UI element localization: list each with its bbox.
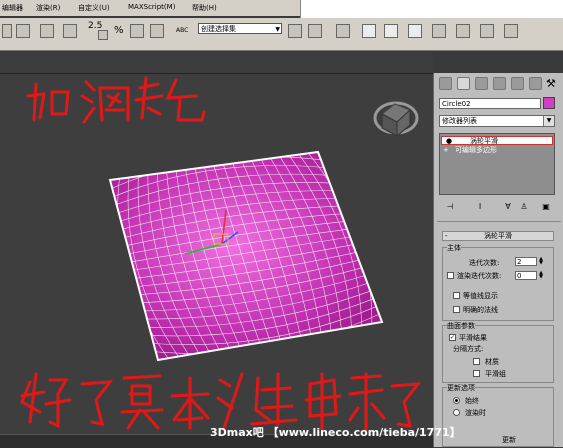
make-unique-icon[interactable]: ∀ [502,201,514,213]
isoline-checkbox[interactable] [453,292,460,299]
configure-sets-icon[interactable]: ▣ [540,201,552,213]
edit-named-sel-icon[interactable] [150,24,164,38]
stack-item-label: 涡轮平滑 [470,137,498,145]
smoothing-groups-checkbox[interactable] [473,370,480,377]
stack-item-editable-poly[interactable]: + 可编辑多边形 [441,146,553,155]
rollout-title-label: 涡轮平滑 [484,232,512,240]
isoline-label: 等值线显示 [463,292,498,300]
group-main: 主体 迭代次数: 2 ▲ ▼ 渲染迭代次数: 0 ▲ ▼ 等值线显示 明确的法线 [442,243,554,321]
menu-customize[interactable]: 自定义(U) [78,3,110,13]
divider [437,221,561,222]
select-link-icon[interactable] [16,24,30,38]
spinner-arrows-icon[interactable]: ▲ ▼ [538,271,544,280]
modifier-list-label: 修改器列表 [442,117,477,125]
stack-item-turbosmooth[interactable]: ● 涡轮平滑 [441,136,553,145]
quick-render-icon[interactable] [480,24,494,38]
stack-buttons: ⊣ Ⅰ ∀ ♙ ▣ [444,201,556,215]
always-label: 始终 [465,397,479,405]
menu-rendering[interactable]: 渲染(R) [36,3,60,13]
create-tab-icon[interactable] [439,77,452,90]
expand-icon[interactable]: + [443,146,449,155]
watermark: 3Dmax吧 【www.lineco.com/tieba/1771】 [210,426,461,439]
remove-modifier-icon[interactable]: ♙ [518,201,530,213]
move-icon[interactable] [40,24,54,38]
modify-tab-icon[interactable] [457,77,470,90]
stack-item-label: 可编辑多边形 [455,146,497,154]
viewport-canvas [20,76,422,432]
render-iters-spinner[interactable]: 0 [515,271,537,280]
teapot-icon[interactable] [504,24,518,38]
named-selection-value: 创建选择集 [201,25,236,33]
group-surface-label: 曲面参数 [447,321,475,331]
separate-by-label: 分隔方式: [453,345,484,353]
iterations-spinner[interactable]: 2 [515,257,537,266]
toolbar-gap [0,51,433,73]
title-area [300,0,563,18]
chevron-down-icon: ▼ [543,116,554,126]
command-tabs: ⚒ [439,77,561,93]
render-iters-checkbox[interactable] [447,272,454,279]
chevron-down-icon: ▼ [275,26,280,33]
smoothing-groups-label: 平滑组 [485,370,506,378]
always-radio[interactable] [453,397,460,404]
perspective-viewport[interactable] [0,73,433,448]
collapse-icon: - [445,232,448,240]
group-main-label: 主体 [447,243,461,253]
align-icon[interactable] [308,24,322,38]
utilities-tab-icon[interactable] [529,77,542,90]
motion-tab-icon[interactable] [493,77,506,90]
spinner-arrows-icon[interactable]: ▲ ▼ [538,257,544,266]
snapshot-icon[interactable] [63,24,77,38]
handwriting-bottom [20,372,422,432]
named-selection-dropdown[interactable]: 创建选择集 ▼ [198,23,282,34]
object-color-swatch[interactable] [543,97,555,109]
display-tab-icon[interactable] [511,77,524,90]
named-sel-prefix: ABC [176,27,189,34]
curve-editor-icon[interactable] [362,24,376,38]
menu-maxscript[interactable]: MAXScript(M) [128,3,175,11]
hierarchy-tab-icon[interactable] [475,77,488,90]
dropdown-icon[interactable] [2,24,12,38]
pin-stack-icon[interactable]: ⊣ [444,201,456,213]
materials-checkbox[interactable] [473,358,480,365]
menu-help[interactable]: 帮助(H) [192,3,217,13]
modifier-list-dropdown[interactable]: 修改器列表 ▼ [439,115,555,127]
when-rendering-label: 渲染时 [465,409,486,417]
layer-manager-icon[interactable] [336,24,350,38]
angle-snap-icon[interactable] [98,30,108,40]
render-setup-icon[interactable] [432,24,446,38]
materials-label: 材质 [485,358,499,366]
percent-snap-label[interactable]: % [114,25,124,36]
mirror-icon[interactable] [288,24,302,38]
modifier-stack: ● 涡轮平滑 + 可编辑多边形 [439,133,555,195]
update-button[interactable]: 更新 [494,435,524,445]
hammer-icon[interactable]: ⚒ [546,77,559,90]
when-rendering-radio[interactable] [453,409,460,416]
schematic-view-icon[interactable] [384,24,398,38]
explicit-normals-label: 明确的法线 [463,306,498,314]
rollout-turbosmooth[interactable]: - 涡轮平滑 [442,231,554,241]
mesh-object[interactable] [107,148,384,363]
show-end-result-icon[interactable]: Ⅰ [474,201,486,213]
render-iters-label: 渲染迭代次数: [457,272,502,280]
handwriting-top [26,76,206,124]
group-surface: 曲面参数 ✓ 平滑结果 分隔方式: 材质 平滑组 [442,321,554,383]
smooth-result-checkbox[interactable]: ✓ [449,334,456,341]
iterations-label: 迭代次数: [469,259,500,267]
smooth-result-label: 平滑结果 [459,334,487,342]
main-toolbar: 2.5 % ABC 创建选择集 ▼ [0,18,563,51]
viewcube[interactable] [373,101,419,138]
explicit-normals-checkbox[interactable] [453,306,460,313]
render-frame-icon[interactable] [456,24,470,38]
group-update-label: 更新选项 [447,383,475,393]
material-editor-icon[interactable] [408,24,422,38]
command-panel: ⚒ Circle02 修改器列表 ▼ ● 涡轮平滑 + 可编辑多边形 ⊣ Ⅰ ∀… [433,73,563,447]
menu-editors[interactable]: 编辑器 [2,3,23,13]
spinner-snap-icon[interactable] [130,24,144,38]
object-name-field[interactable]: Circle02 [439,98,541,109]
bulb-icon[interactable]: ● [446,137,452,146]
